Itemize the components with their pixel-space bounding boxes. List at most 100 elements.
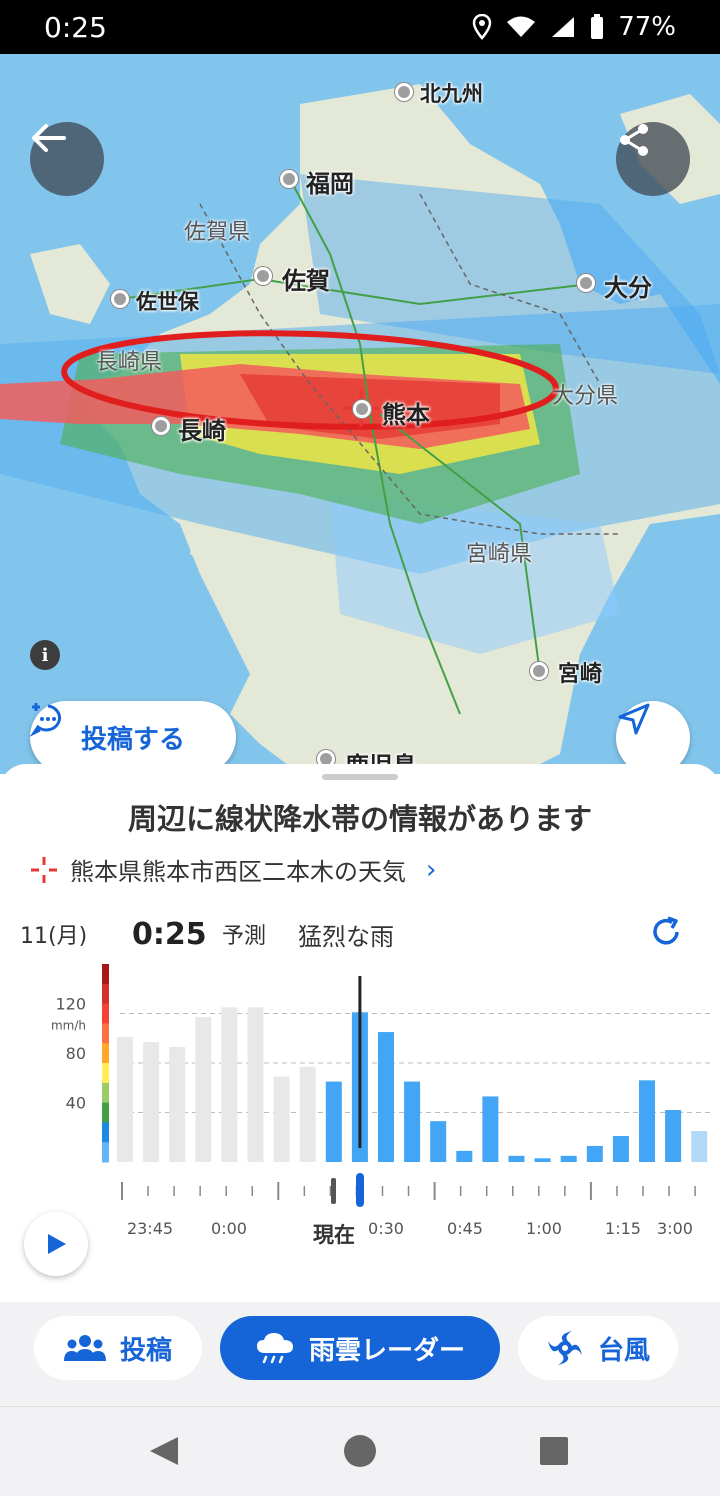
colorscale-segment [102,1063,109,1084]
colorscale-segment [102,1122,109,1143]
tab-label: 台風 [597,1335,650,1366]
chart-bar [534,1158,551,1162]
nav-home-icon[interactable] [344,1435,376,1467]
chevron-right-icon: › [426,854,437,885]
back-arrow-icon [32,124,66,152]
chart-bar [273,1076,290,1162]
forecast-label: 予測 [222,924,267,949]
location-icon [472,14,492,40]
nav-recents-icon[interactable] [540,1437,568,1465]
colorscale-segment [102,1003,109,1024]
chart-bar [430,1121,447,1162]
battery-icon [590,14,604,40]
x-tick-label: 0:45 [447,1219,483,1238]
prefecture-label: 大分県 [552,384,619,409]
chart-bar [325,1081,342,1162]
chart-bar [378,1032,394,1162]
location-link[interactable]: 熊本県熊本市西区二本木の天気 › [30,852,436,887]
chart-bar [221,1007,238,1162]
tab-typhoon[interactable]: 台風 [518,1316,678,1380]
city-label: 長崎 [178,417,226,445]
post-button[interactable]: 投稿する [30,701,236,773]
refresh-icon [653,916,679,945]
x-tick-label: 1:00 [526,1219,562,1238]
refresh-button[interactable] [648,914,684,954]
post-button-label: 投稿する [80,724,185,755]
share-button[interactable] [616,122,690,196]
y-tick-label: 80 [66,1044,86,1063]
sheet-drag-handle[interactable] [322,774,398,780]
wifi-icon [506,15,536,39]
tab-posts[interactable]: 投稿 [34,1316,202,1380]
people-icon [63,1335,106,1361]
bottom-tab-bar: 投稿 雨雲レーダー 台風 [0,1302,720,1406]
timeline-now-marker [331,1178,336,1204]
status-icons: 77% [472,12,676,42]
y-unit-label: mm/h [51,1019,86,1033]
prefecture-label: 佐賀県 [184,220,251,245]
info-button[interactable]: i [30,640,60,670]
x-tick-label: 1:15 [605,1219,641,1238]
play-button[interactable] [24,1212,88,1276]
prefecture-label: 長崎県 [96,350,163,375]
navigation-arrow-icon [618,703,650,735]
system-nav-bar [0,1406,720,1496]
city-label: 北九州 [420,82,483,106]
forecast-time-row: 11(月) 0:25 予測 猛烈な雨 [20,912,700,956]
x-tick-label: 3:00 [657,1219,693,1238]
y-tick-label: 120 [55,995,86,1014]
timeline-handle [356,1173,364,1207]
location-name: 熊本県熊本市西区二本木の天気 [70,858,406,886]
chart-bar [482,1096,499,1162]
city-label: 大分 [604,274,652,302]
city-dot [353,400,371,418]
battery-level: 77% [618,12,676,42]
nav-back-icon[interactable] [150,1437,178,1465]
forecast-time: 0:25 [132,916,207,952]
rainfall-chart[interactable]: 40 80 120 mm/h 23:45 0:00 現在 0:30 0:45 1:00 1:15 3:… [0,960,720,1247]
weather-sheet: 周辺に線状降水帯の情報があります 熊本県熊本市西区二本木の天気 › 11(月) … [0,764,720,1304]
rain-condition: 猛烈な雨 [298,922,394,951]
x-tick-label: 0:00 [211,1219,247,1238]
city-dot [152,417,170,435]
back-button[interactable] [30,122,104,196]
x-tick-label: 現在 [313,1223,355,1247]
y-tick-label: 40 [66,1094,86,1113]
city-dot [577,274,595,292]
forecast-date: 11(月) [20,924,88,949]
city-label: 佐賀 [282,267,330,295]
x-tick-label: 0:30 [368,1219,404,1238]
status-time: 0:25 [44,10,107,44]
tab-label: 雨雲レーダー [308,1335,465,1366]
tab-label: 投稿 [119,1335,172,1366]
post-bubble-icon [30,703,61,737]
city-dot [280,170,298,188]
city-label: 宮崎 [558,662,603,687]
colorscale-segment [102,1102,109,1123]
city-label: 福岡 [306,170,354,198]
play-icon [48,1234,66,1254]
chart-bar [247,1007,264,1162]
prefecture-label: 宮崎県 [466,542,533,567]
crosshair-icon [31,856,57,883]
tab-rain-radar[interactable]: 雨雲レーダー [220,1316,500,1380]
chart-bar [456,1150,473,1162]
chart-bar [169,1046,186,1162]
city-dot [395,83,413,101]
chart-bar [195,1017,212,1162]
rainfall-chart-svg: 40 80 120 mm/h 23:45 0:00 現在 0:30 0:45 1:00 1:15 3:… [51,964,712,1247]
rain-cloud-icon [256,1333,293,1364]
signal-icon [550,15,576,39]
city-dot [254,267,272,285]
share-icon [620,124,648,156]
radar-map[interactable]: 北九州 福岡 佐賀 佐世保 大分 長崎 熊本 宮崎 鹿児島 佐賀県 長崎県 大分… [0,54,720,774]
colorscale-segment [102,1142,109,1163]
chart-bar [665,1110,682,1162]
city-label: 佐世保 [136,290,199,314]
nav-buttons [150,1435,568,1467]
chart-bar [299,1066,316,1162]
chart-bar [612,1136,629,1162]
chart-bar [508,1155,525,1162]
chart-bar [691,1131,708,1162]
city-dot [530,662,548,680]
